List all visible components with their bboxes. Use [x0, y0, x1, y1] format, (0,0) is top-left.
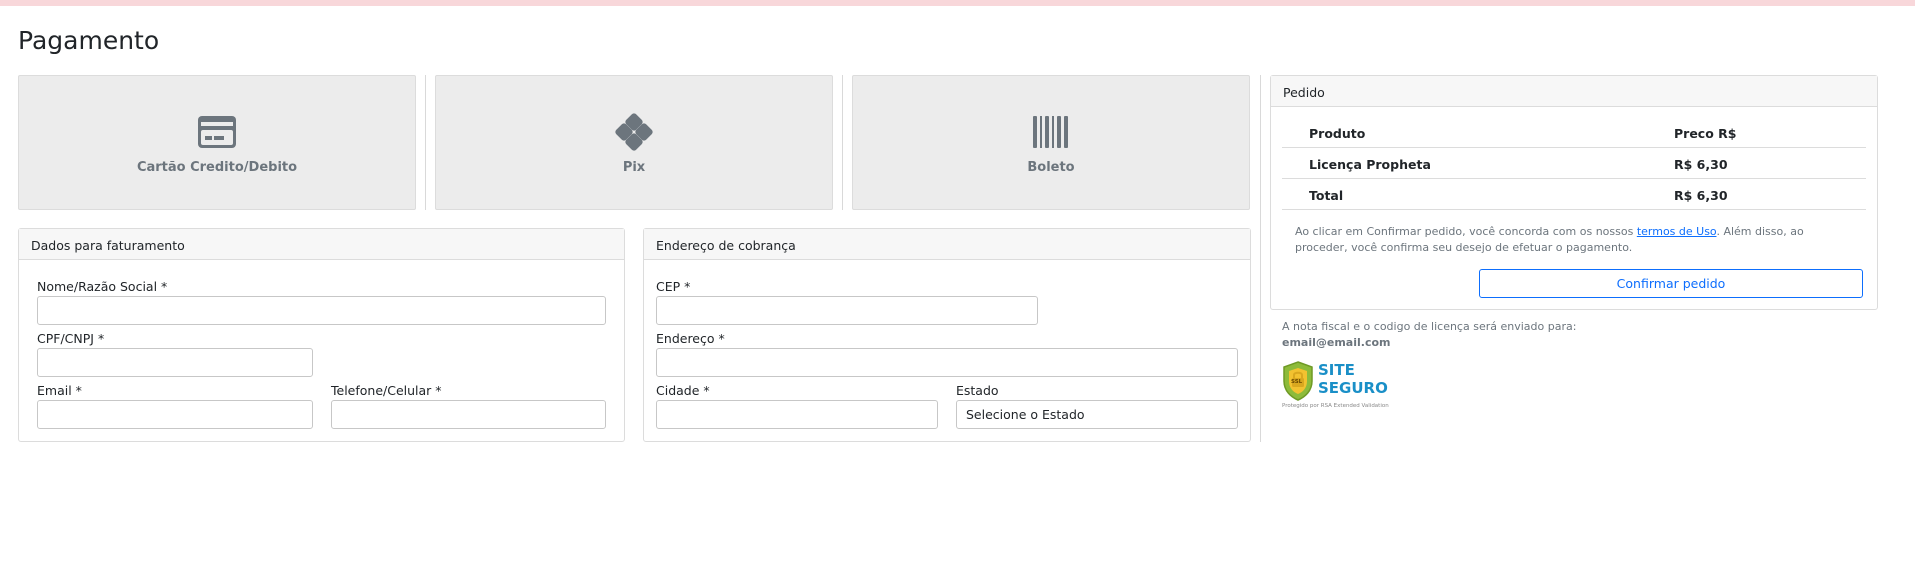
city-input[interactable]: [656, 400, 938, 429]
name-input[interactable]: [37, 296, 606, 325]
confirm-order-button[interactable]: Confirmar pedido: [1479, 269, 1863, 298]
ssl-title: SITE SEGURO: [1318, 361, 1388, 397]
document-input[interactable]: [37, 348, 313, 377]
name-label: Nome/Razão Social *: [37, 279, 168, 294]
method-card-credit[interactable]: Cartão Credito/Debito: [18, 75, 416, 210]
ssl-secure-badge: SSL SITE SEGURO Protegido por RSA Extend…: [1282, 361, 1402, 411]
ssl-tag: SSL: [1291, 379, 1303, 385]
method-label-pix: Pix: [622, 160, 646, 175]
top-alert-strip: [0, 0, 1915, 6]
ssl-title-line2: SEGURO: [1318, 379, 1388, 397]
state-label: Estado: [956, 383, 999, 398]
state-select-value: Selecione o Estado: [966, 407, 1085, 422]
order-panel-header: Pedido: [1271, 76, 1877, 107]
invoice-note-text: A nota fiscal e o codigo de licença será…: [1282, 320, 1577, 333]
pix-icon: [615, 113, 653, 151]
billing-panel-header: Dados para faturamento: [19, 229, 624, 260]
terms-of-use-link[interactable]: termos de Uso: [1637, 225, 1717, 238]
order-panel: Pedido Produto Preco R$ Licença Propheta…: [1270, 75, 1878, 310]
table-row-total: Total R$ 6,30: [1282, 179, 1866, 210]
city-label: Cidade *: [656, 383, 710, 398]
method-label-boleto: Boleto: [1027, 160, 1075, 175]
product-cell: Licença Propheta: [1309, 157, 1431, 172]
method-card-pix[interactable]: Pix: [435, 75, 833, 210]
total-label-cell: Total: [1309, 188, 1344, 203]
ssl-title-line1: SITE: [1318, 361, 1355, 379]
method-card-boleto[interactable]: Boleto: [852, 75, 1250, 210]
ssl-subtitle: Protegido por RSA Extended Validation: [1282, 403, 1389, 409]
terms-text: Ao clicar em Confirmar pedido, você conc…: [1295, 224, 1855, 256]
divider: [1260, 75, 1261, 442]
phone-label: Telefone/Celular *: [331, 383, 442, 398]
address-panel: Endereço de cobrança CEP * Endereço * Ci…: [643, 228, 1251, 442]
credit-card-icon: [197, 114, 237, 150]
order-table-header: Produto Preco R$: [1282, 117, 1866, 148]
invoice-note: A nota fiscal e o codigo de licença será…: [1282, 319, 1576, 351]
street-label: Endereço *: [656, 331, 725, 346]
billing-panel: Dados para faturamento Nome/Razão Social…: [18, 228, 625, 442]
total-value-cell: R$ 6,30: [1674, 188, 1728, 203]
street-input[interactable]: [656, 348, 1238, 377]
divider: [425, 75, 426, 210]
phone-input[interactable]: [331, 400, 606, 429]
column-header-price: Preco R$: [1674, 126, 1737, 141]
barcode-icon: [1032, 114, 1070, 150]
method-label-credit: Cartão Credito/Debito: [136, 160, 298, 175]
table-row: Licença Propheta R$ 6,30: [1282, 148, 1866, 179]
email-label: Email *: [37, 383, 82, 398]
address-panel-header: Endereço de cobrança: [644, 229, 1250, 260]
divider: [842, 75, 843, 210]
terms-prefix: Ao clicar em Confirmar pedido, você conc…: [1295, 225, 1637, 238]
state-select[interactable]: Selecione o Estado: [956, 400, 1238, 429]
document-label: CPF/CNPJ *: [37, 331, 105, 346]
price-cell: R$ 6,30: [1674, 157, 1728, 172]
cep-label: CEP *: [656, 279, 691, 294]
column-header-product: Produto: [1309, 126, 1366, 141]
page-title: Pagamento: [18, 26, 160, 55]
invoice-email: email@email.com: [1282, 336, 1391, 349]
email-input[interactable]: [37, 400, 313, 429]
cep-input[interactable]: [656, 296, 1038, 325]
